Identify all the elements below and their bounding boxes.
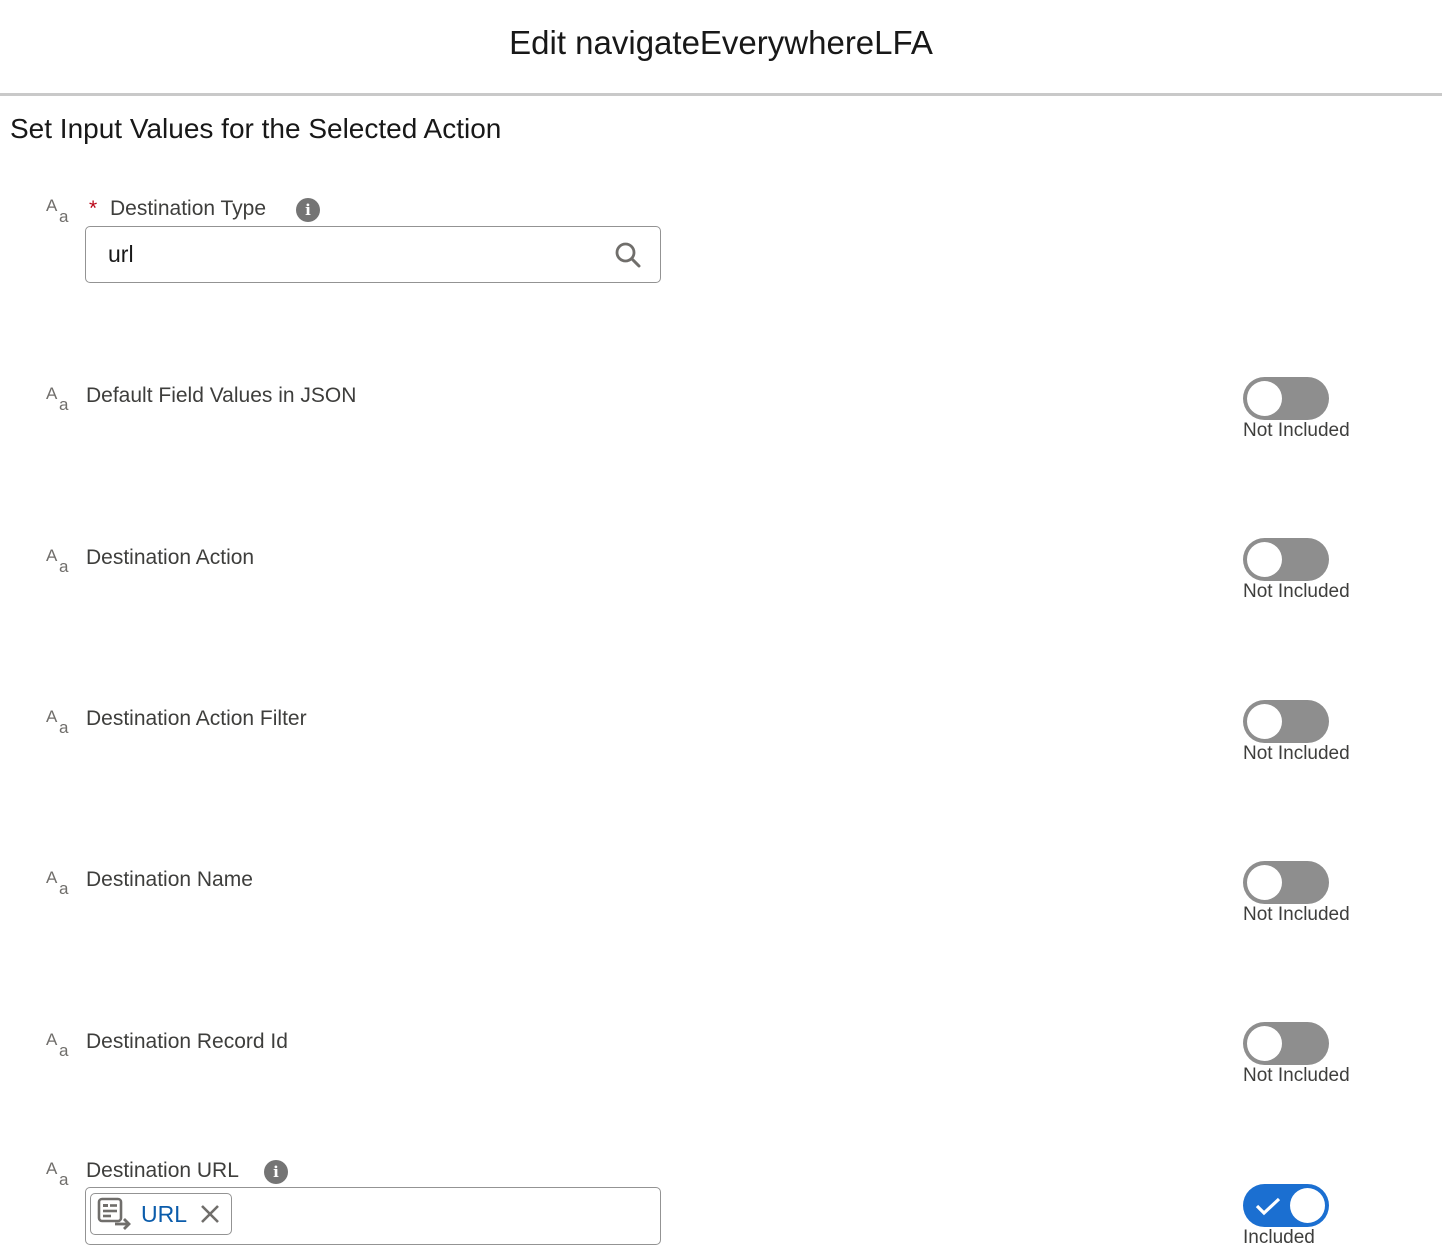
svg-text:a: a (59, 1170, 69, 1187)
text-type-icon: Aa (46, 707, 72, 735)
svg-text:A: A (46, 196, 58, 215)
default-field-values-label: Default Field Values in JSON (86, 384, 357, 407)
toggle-knob (1247, 704, 1282, 739)
svg-text:A: A (46, 707, 58, 726)
default-field-values-status: Not Included (1243, 420, 1350, 441)
destination-record-id-label: Destination Record Id (86, 1030, 288, 1053)
url-resource-pill[interactable]: URL (90, 1193, 233, 1235)
svg-text:a: a (59, 557, 69, 574)
destination-url-toggle[interactable] (1243, 1184, 1329, 1227)
text-type-icon: Aa (46, 196, 72, 224)
destination-action-toggle[interactable] (1243, 538, 1329, 581)
destination-action-filter-status: Not Included (1243, 743, 1350, 764)
destination-url-status: Included (1243, 1227, 1315, 1248)
destination-record-id-toggle[interactable] (1243, 1022, 1329, 1065)
text-type-icon: Aa (46, 384, 72, 412)
close-icon[interactable] (199, 1203, 221, 1225)
toggle-knob (1247, 542, 1282, 577)
destination-action-label: Destination Action (86, 546, 255, 569)
modal-title: Edit navigateEverywhereLFA (509, 23, 933, 61)
variable-resource-icon (97, 1197, 131, 1230)
checkmark-icon (1255, 1197, 1281, 1216)
destination-type-input[interactable]: url (85, 226, 661, 283)
text-type-icon: Aa (46, 1159, 72, 1187)
destination-url-label: Destination URL (86, 1159, 239, 1182)
url-pill-label: URL (141, 1200, 188, 1227)
svg-text:A: A (46, 1159, 58, 1178)
svg-text:a: a (59, 879, 69, 896)
search-icon[interactable] (614, 241, 642, 269)
modal-header: Edit navigateEverywhereLFA (0, 0, 1442, 96)
svg-text:a: a (59, 207, 69, 224)
text-type-icon: Aa (46, 546, 72, 574)
svg-text:a: a (59, 718, 69, 735)
info-icon[interactable]: i (264, 1160, 288, 1184)
svg-text:A: A (46, 1030, 58, 1049)
svg-text:a: a (59, 395, 69, 412)
required-marker: * (89, 197, 98, 220)
svg-text:A: A (46, 868, 58, 887)
destination-url-input[interactable]: URL (85, 1187, 661, 1245)
svg-text:a: a (59, 1041, 69, 1058)
destination-name-toggle[interactable] (1243, 861, 1329, 904)
destination-action-filter-toggle[interactable] (1243, 700, 1329, 743)
destination-name-status: Not Included (1243, 904, 1350, 925)
destination-action-status: Not Included (1243, 581, 1350, 602)
text-type-icon: Aa (46, 868, 72, 896)
toggle-knob (1247, 1026, 1282, 1061)
destination-type-label: Destination Type (110, 197, 267, 220)
toggle-knob (1290, 1188, 1325, 1223)
toggle-knob (1247, 865, 1282, 900)
destination-name-label: Destination Name (86, 868, 253, 891)
destination-type-value: url (108, 241, 134, 267)
svg-text:A: A (46, 546, 58, 565)
section-title: Set Input Values for the Selected Action (10, 113, 502, 144)
info-icon[interactable]: i (296, 198, 320, 222)
text-type-icon: Aa (46, 1030, 72, 1058)
default-field-values-toggle[interactable] (1243, 377, 1329, 420)
svg-text:A: A (46, 384, 58, 403)
destination-record-id-status: Not Included (1243, 1065, 1350, 1086)
toggle-knob (1247, 381, 1282, 416)
destination-action-filter-label: Destination Action Filter (86, 707, 307, 730)
